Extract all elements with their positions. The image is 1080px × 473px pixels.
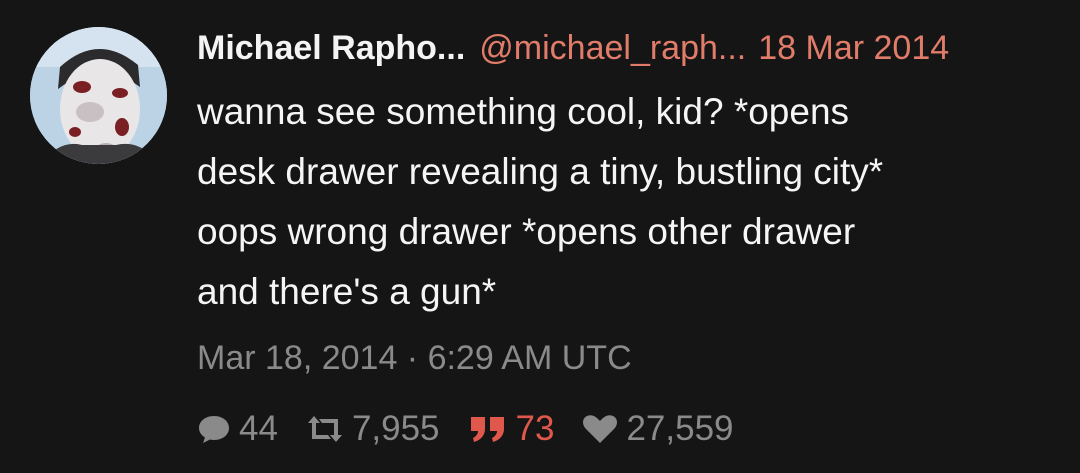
tweet-text-line: wanna see something cool, kid? *opens [197,91,850,132]
heart-icon [582,413,618,445]
quote-count: 73 [515,409,555,448]
tweet-text: wanna see something cool, kid? *opens de… [197,82,1057,322]
tweet-header: Michael Rapho... @michael_raph... 18 Mar 2… [197,28,949,68]
tweet-text-line: oops wrong drawer *opens other drawer [197,211,856,252]
tweet-text-line: and there's a gun* [197,271,497,312]
avatar-image [30,27,167,164]
quote-button[interactable]: 73 [468,409,555,449]
like-button[interactable]: 27,559 [582,409,734,449]
reply-count: 44 [239,409,278,448]
retweet-button[interactable]: 7,955 [306,409,440,449]
tweet-timestamp[interactable]: Mar 18, 2014 · 6:29 AM UTC [197,336,632,380]
tweet-text-line: desk drawer revealing a tiny, bustling c… [197,151,884,192]
tweet-actions: 44 7,955 73 27,559 [197,406,762,452]
avatar[interactable] [30,27,167,164]
tweet-card: Michael Rapho... @michael_raph... 18 Mar 2… [0,0,1080,473]
retweet-icon [306,414,344,444]
like-count: 27,559 [626,409,734,448]
author-handle[interactable]: @michael_raph... [479,29,746,67]
comment-bubble-icon [197,413,231,445]
quote-icon [468,414,508,444]
author-name[interactable]: Michael Rapho... [197,29,465,67]
reply-button[interactable]: 44 [197,409,278,449]
retweet-count: 7,955 [351,409,440,448]
tweet-date[interactable]: 18 Mar 2014 [758,29,949,67]
